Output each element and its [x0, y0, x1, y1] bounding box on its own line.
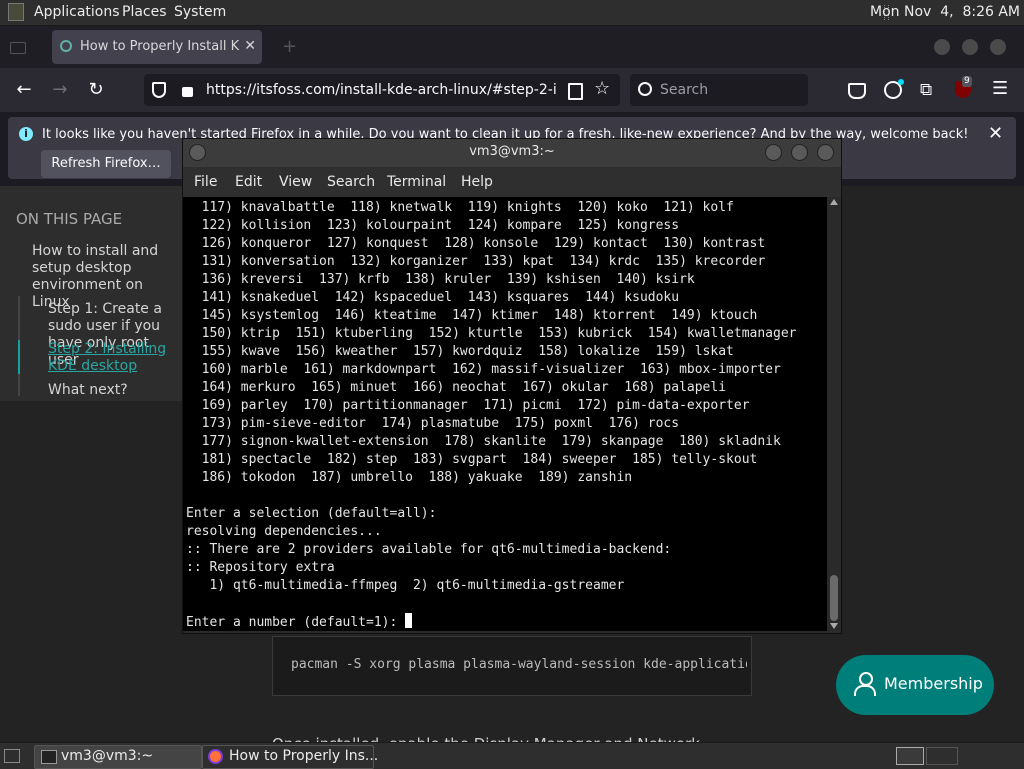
- code-text: pacman -S xorg plasma plasma-wayland-ses…: [291, 657, 747, 672]
- terminal-maximize-icon[interactable]: [791, 144, 808, 161]
- toc-item[interactable]: What next?: [48, 382, 128, 399]
- terminal-window: vm3@vm3:~ File Edit View Search Terminal…: [182, 138, 842, 634]
- membership-button[interactable]: Membership: [836, 655, 994, 715]
- navigation-bar: ← → ↻ https://itsfoss.com/install-kde-ar…: [0, 68, 1024, 112]
- firefox-app-icon: [208, 749, 223, 764]
- reload-icon[interactable]: ↻: [84, 78, 108, 102]
- show-desktop-icon[interactable]: [4, 749, 20, 763]
- reader-view-icon[interactable]: [568, 83, 583, 100]
- system-menu[interactable]: System: [174, 4, 226, 20]
- terminal-lines: 117) knavalbattle 118) knetwalk 119) kni…: [186, 200, 797, 593]
- membership-label: Membership: [884, 674, 983, 693]
- forward-icon[interactable]: →: [48, 78, 72, 102]
- new-tab-icon[interactable]: +: [282, 36, 297, 57]
- scrollbar-thumb[interactable]: [830, 575, 838, 621]
- terminal-scrollbar[interactable]: [827, 197, 841, 631]
- scroll-up-arrow-icon[interactable]: [830, 199, 838, 205]
- clock[interactable]: Mon Nov 4, 8:26 AM: [870, 4, 1020, 20]
- terminal-prompt: Enter a number (default=1):: [186, 615, 406, 630]
- menu-view[interactable]: View: [279, 174, 312, 190]
- pocket-icon[interactable]: [848, 83, 866, 99]
- bottom-taskbar: vm3@vm3:~ How to Properly Ins...: [0, 742, 1024, 769]
- workspace-switcher-secondary[interactable]: [926, 747, 958, 765]
- terminal-close-icon[interactable]: [817, 144, 834, 161]
- url-bar[interactable]: https://itsfoss.com/install-kde-arch-lin…: [144, 74, 620, 106]
- workspace-switcher-icon[interactable]: [896, 747, 924, 765]
- taskbar-item-label: vm3@vm3:~: [61, 748, 154, 764]
- scroll-down-arrow-icon[interactable]: [830, 623, 838, 629]
- places-menu[interactable]: Places: [122, 4, 167, 20]
- terminal-launcher-icon[interactable]: [8, 3, 24, 21]
- taskbar-item-firefox[interactable]: How to Properly Ins...: [202, 745, 378, 769]
- code-block: pacman -S xorg plasma plasma-wayland-ses…: [272, 636, 752, 696]
- itsfoss-favicon-icon: [60, 40, 72, 52]
- close-tab-icon[interactable]: ✕: [244, 38, 256, 54]
- minimize-window-icon[interactable]: [934, 39, 950, 55]
- toc-active-marker: [18, 340, 20, 374]
- applications-menu[interactable]: Applications: [34, 4, 120, 20]
- hamburger-menu-icon[interactable]: ☰: [992, 78, 1008, 99]
- terminal-title: vm3@vm3:~: [469, 144, 555, 159]
- extensions-icon[interactable]: ⧉: [920, 80, 932, 100]
- account-indicator-dot-icon: [898, 79, 904, 85]
- terminal-minimize-icon[interactable]: [765, 144, 782, 161]
- menu-file[interactable]: File: [194, 174, 217, 190]
- tab-list-icon[interactable]: [10, 42, 26, 54]
- close-window-icon[interactable]: [990, 39, 1006, 55]
- back-icon[interactable]: ←: [12, 78, 36, 102]
- menu-terminal[interactable]: Terminal: [387, 174, 446, 190]
- menu-search[interactable]: Search: [327, 174, 375, 190]
- extension-badge: 9: [962, 76, 972, 87]
- terminal-cursor: [405, 613, 413, 628]
- info-icon: i: [19, 127, 33, 141]
- close-notification-icon[interactable]: ✕: [988, 123, 1003, 144]
- maximize-window-icon[interactable]: [962, 39, 978, 55]
- refresh-firefox-button[interactable]: Refresh Firefox…: [41, 150, 171, 178]
- tab-strip: How to Properly Install KDE ✕ +: [0, 26, 1024, 68]
- tab-title: How to Properly Install KDE: [80, 39, 240, 54]
- bookmark-star-icon[interactable]: ☆: [594, 78, 610, 99]
- search-icon: [638, 82, 652, 96]
- search-placeholder: Search: [660, 82, 709, 98]
- terminal-titlebar[interactable]: vm3@vm3:~: [183, 139, 841, 167]
- top-panel: Applications Places System Mon Nov 4, 8:…: [0, 0, 1024, 26]
- toc-heading: ON THIS PAGE: [16, 210, 123, 228]
- toc-item-active[interactable]: Step 2: Installing KDE desktop: [48, 341, 183, 375]
- menu-edit[interactable]: Edit: [235, 174, 262, 190]
- site-info-shield-icon[interactable]: [152, 82, 166, 98]
- url-text[interactable]: https://itsfoss.com/install-kde-arch-lin…: [206, 82, 558, 98]
- terminal-output[interactable]: 117) knavalbattle 118) knetwalk 119) kni…: [183, 197, 827, 631]
- menu-help[interactable]: Help: [461, 174, 493, 190]
- search-box[interactable]: Search: [630, 74, 808, 106]
- table-of-contents: ON THIS PAGE How to install and setup de…: [0, 186, 185, 401]
- taskbar-item-label: How to Properly Ins...: [229, 748, 379, 764]
- person-icon: [854, 672, 876, 696]
- lock-icon[interactable]: [182, 87, 193, 97]
- terminal-menubar: File Edit View Search Terminal Help: [183, 167, 841, 197]
- browser-tab[interactable]: How to Properly Install KDE ✕: [52, 30, 262, 64]
- taskbar-item-terminal[interactable]: vm3@vm3:~: [34, 745, 202, 769]
- terminal-app-icon: [41, 750, 57, 764]
- terminal-menu-button-icon[interactable]: [189, 144, 206, 161]
- terminal-text: 117) knavalbattle 118) knetwalk 119) kni…: [186, 199, 796, 631]
